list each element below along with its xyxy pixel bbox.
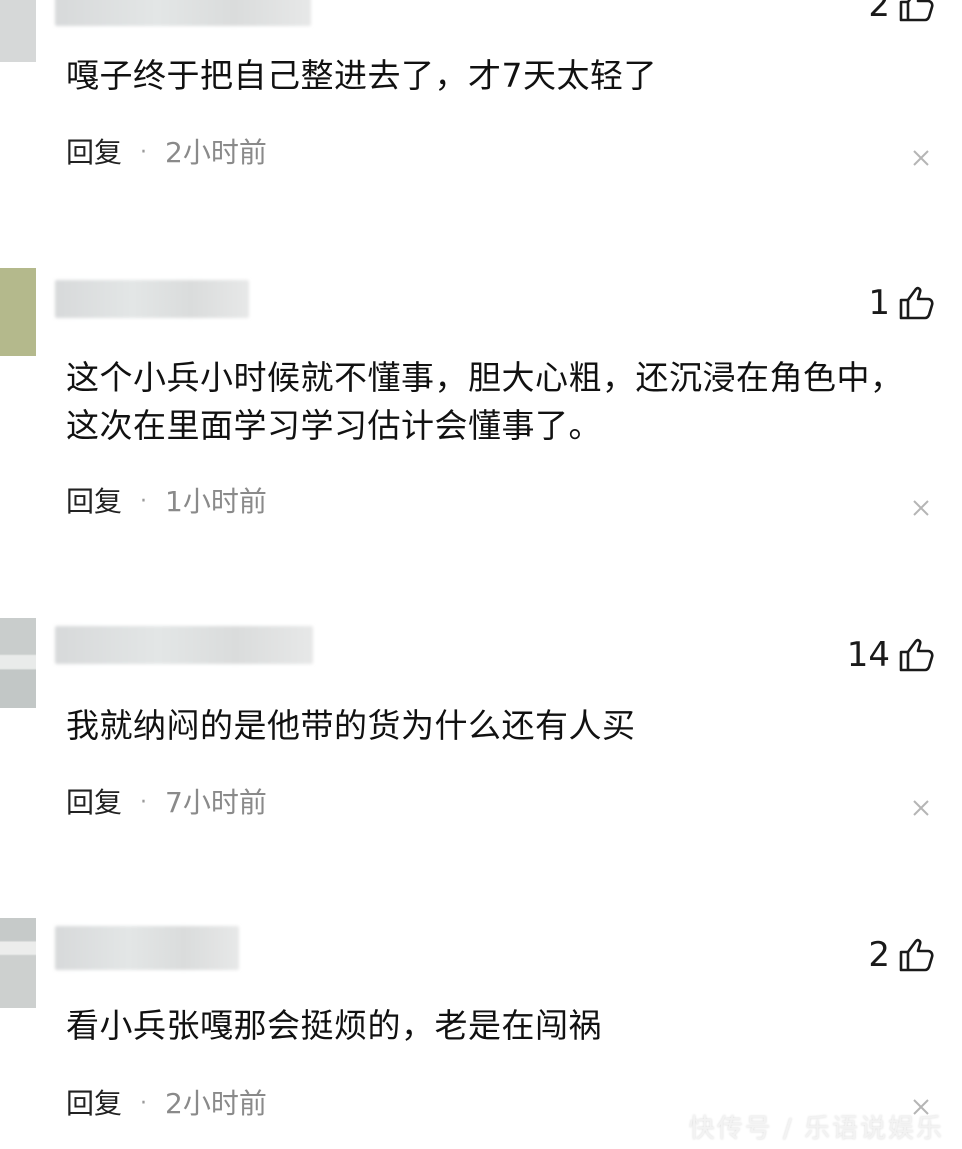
timestamp: 1小时前 (165, 485, 267, 518)
comment-text: 这个小兵小时候就不懂事，胆大心粗，还沉浸在角色中， 这次在里面学习学习估计会懂事… (66, 358, 904, 445)
watermark: 快传号 / 乐语说娱乐 (688, 1114, 944, 1144)
timestamp: 2小时前 (165, 136, 267, 169)
like-count: 1 (868, 283, 890, 323)
like-group[interactable]: 2 (868, 938, 934, 972)
avatar[interactable] (0, 618, 36, 708)
reply-button[interactable]: 回复 (66, 1090, 122, 1118)
username-blurred[interactable] (55, 0, 311, 26)
comment-text: 看小兵张嘎那会挺烦的，老是在闯祸 (66, 1006, 602, 1045)
reply-button[interactable]: 回复 (66, 488, 122, 516)
like-count: 2 (868, 0, 890, 25)
username-blurred[interactable] (55, 926, 239, 970)
timestamp: 7小时前 (165, 786, 267, 819)
thumbs-up-icon[interactable] (898, 938, 934, 972)
username-blurred[interactable] (55, 280, 249, 318)
separator-dot: · (140, 790, 148, 815)
comment-item: 14 我就纳闷的是他带的货为什么还有人买 回复 · 7小时前 (0, 618, 962, 888)
separator-dot: · (140, 489, 148, 514)
separator-dot: · (140, 140, 148, 165)
username-blurred[interactable] (55, 626, 313, 664)
separator-dot: · (140, 1091, 148, 1116)
avatar[interactable] (0, 918, 36, 1008)
comment-meta: 回复 · 2小时前 (66, 1090, 267, 1118)
like-count: 14 (846, 635, 890, 675)
timestamp: 2小时前 (165, 1087, 267, 1120)
reply-button[interactable]: 回复 (66, 139, 122, 167)
like-group[interactable]: 14 (847, 638, 934, 672)
like-group[interactable]: 1 (868, 286, 934, 320)
thumbs-up-icon[interactable] (898, 286, 934, 320)
comment-text: 嘎子终于把自己整进去了，才7天太轻了 (66, 56, 657, 95)
comment-meta: 回复 · 7小时前 (66, 789, 267, 817)
comment-item: 2 嘎子终于把自己整进去了，才7天太轻了 回复 · 2小时前 (0, 0, 962, 240)
avatar[interactable] (0, 0, 36, 62)
comment-meta: 回复 · 1小时前 (66, 488, 267, 516)
thumbs-up-icon[interactable] (898, 0, 934, 22)
close-icon[interactable] (912, 499, 930, 517)
like-count: 2 (868, 935, 890, 975)
thumbs-up-icon[interactable] (898, 638, 934, 672)
comment-item: 1 这个小兵小时候就不懂事，胆大心粗，还沉浸在角色中， 这次在里面学习学习估计会… (0, 268, 962, 598)
comment-text: 我就纳闷的是他带的货为什么还有人买 (66, 706, 636, 745)
avatar[interactable] (0, 268, 36, 356)
like-group[interactable]: 2 (868, 0, 934, 22)
reply-button[interactable]: 回复 (66, 789, 122, 817)
close-icon[interactable] (912, 149, 930, 167)
close-icon[interactable] (912, 799, 930, 817)
comment-meta: 回复 · 2小时前 (66, 139, 267, 167)
